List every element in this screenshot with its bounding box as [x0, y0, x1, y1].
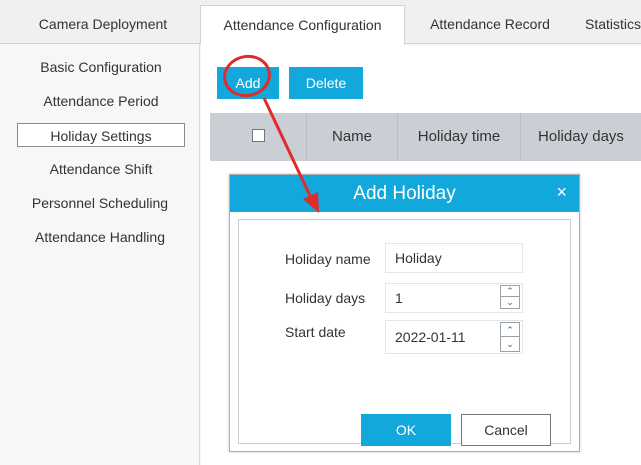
sidebar-item-personnel-scheduling[interactable]: Personnel Scheduling	[0, 191, 200, 215]
column-header-holiday-days: Holiday days	[538, 128, 624, 145]
cancel-button[interactable]: Cancel	[461, 414, 551, 446]
start-date-stepper[interactable]: ⌃ ⌄	[500, 322, 520, 352]
delete-button[interactable]: Delete	[289, 67, 363, 99]
column-header-holiday-time: Holiday time	[398, 113, 521, 161]
select-all-checkbox[interactable]	[252, 129, 265, 142]
ok-button[interactable]: OK	[361, 414, 451, 446]
holiday-table-header: Name Holiday time Holiday days	[210, 113, 641, 161]
top-tab-bar: Camera Deployment Attendance Configurati…	[0, 0, 641, 45]
add-holiday-dialog: Add Holiday ×	[229, 174, 580, 452]
tab-camera-deployment[interactable]: Camera Deployment	[8, 5, 198, 45]
sidebar-item-basic-configuration[interactable]: Basic Configuration	[17, 55, 185, 79]
sidebar-item-attendance-shift[interactable]: Attendance Shift	[17, 157, 185, 181]
select-all-column	[210, 113, 307, 161]
sidebar-item-attendance-period[interactable]: Attendance Period	[17, 89, 185, 113]
tab-attendance-record[interactable]: Attendance Record	[405, 5, 575, 45]
chevron-down-icon[interactable]: ⌄	[501, 337, 519, 351]
dialog-title: Add Holiday	[230, 175, 579, 212]
close-icon[interactable]: ×	[556, 175, 567, 212]
tab-statistics[interactable]: Statistics	[575, 5, 641, 45]
start-date-label: Start date	[285, 324, 346, 340]
holiday-days-stepper[interactable]: ⌃ ⌄	[500, 285, 520, 309]
chevron-down-icon[interactable]: ⌄	[501, 297, 519, 308]
chevron-up-icon[interactable]: ⌃	[501, 286, 519, 297]
sidebar-item-holiday-settings[interactable]: Holiday Settings	[17, 123, 185, 147]
tab-attendance-configuration[interactable]: Attendance Configuration	[200, 5, 405, 45]
sidebar-item-attendance-handling[interactable]: Attendance Handling	[0, 225, 200, 249]
holiday-name-input[interactable]: Holiday	[385, 243, 523, 273]
chevron-up-icon[interactable]: ⌃	[501, 323, 519, 337]
sidebar: Basic Configuration Attendance Period Ho…	[0, 44, 200, 465]
column-header-name: Name	[307, 113, 398, 161]
holiday-days-label: Holiday days	[285, 290, 366, 306]
holiday-name-label: Holiday name	[285, 251, 371, 267]
